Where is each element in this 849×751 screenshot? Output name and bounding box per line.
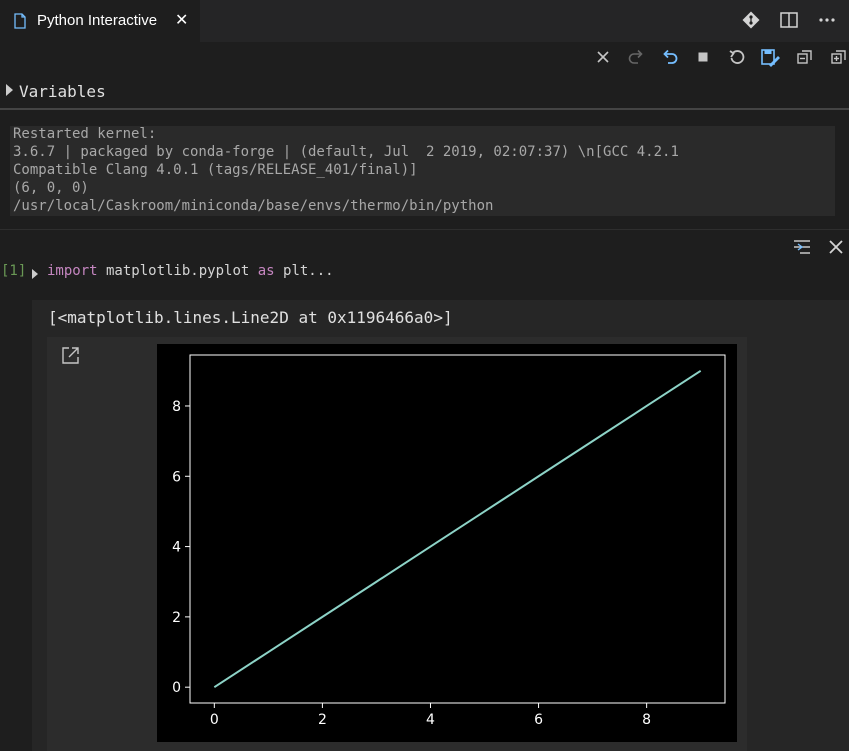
goto-code-icon[interactable] <box>792 237 812 257</box>
export-icon[interactable] <box>759 46 781 68</box>
cell-code[interactable]: import matplotlib.pyplot as plt... <box>47 263 334 279</box>
kernel-info-line: 3.6.7 | packaged by conda-forge | (defau… <box>13 144 679 160</box>
variables-label: Variables <box>19 82 106 101</box>
file-icon <box>13 13 27 29</box>
kernel-info-line: Compatible Clang 4.0.1 (tags/RELEASE_401… <box>13 162 418 178</box>
kernel-info-output: Restarted kernel: 3.6.7 | packaged by co… <box>10 126 835 216</box>
split-editor-icon[interactable] <box>777 10 801 32</box>
expand-all-icon[interactable] <box>828 46 849 68</box>
git-compare-icon[interactable] <box>739 10 763 32</box>
y-tick-label: 2 <box>172 610 181 626</box>
code-keyword: as <box>257 263 275 279</box>
chevron-right-icon[interactable] <box>6 84 13 96</box>
execution-count: [1] <box>1 263 27 279</box>
tab-title: Python Interactive <box>37 12 158 29</box>
close-icon[interactable]: ✕ <box>175 10 188 30</box>
y-tick-label: 4 <box>172 540 181 556</box>
interactive-toolbar <box>0 42 849 72</box>
open-in-plot-viewer-icon[interactable] <box>61 345 81 365</box>
expand-code-icon[interactable] <box>32 269 38 279</box>
interrupt-icon[interactable] <box>692 46 714 68</box>
tab-bar: Python Interactive ✕ <box>0 0 849 42</box>
x-tick-label: 4 <box>426 712 435 728</box>
code-text: matplotlib.pyplot <box>97 263 258 279</box>
clear-all-icon[interactable] <box>592 46 614 68</box>
output-text: [<matplotlib.lines.Line2D at 0x1196466a0… <box>48 308 453 327</box>
more-actions-icon[interactable] <box>815 10 839 32</box>
x-tick-label: 0 <box>210 712 219 728</box>
cell-divider <box>0 229 849 230</box>
variables-section[interactable]: Variables <box>0 78 849 106</box>
kernel-info-line: Restarted kernel: <box>13 126 157 142</box>
kernel-info-line: /usr/local/Caskroom/miniconda/base/envs/… <box>13 198 494 214</box>
redo-icon[interactable] <box>625 46 647 68</box>
x-tick-label: 2 <box>318 712 327 728</box>
x-tick-label: 6 <box>534 712 543 728</box>
divider <box>0 108 849 110</box>
kernel-info-line: (6, 0, 0) <box>13 180 89 196</box>
y-tick-label: 0 <box>172 680 181 696</box>
tab-python-interactive[interactable]: Python Interactive ✕ <box>0 0 200 42</box>
restart-icon[interactable] <box>726 46 748 68</box>
y-tick-label: 6 <box>172 469 181 485</box>
delete-cell-icon[interactable] <box>826 237 846 257</box>
collapse-all-icon[interactable] <box>794 46 816 68</box>
undo-icon[interactable] <box>659 46 681 68</box>
x-tick-label: 8 <box>642 712 651 728</box>
matplotlib-figure: 0 2 4 6 8 0 2 4 6 8 <box>157 344 737 742</box>
code-text: plt... <box>274 263 334 279</box>
line-chart: 0 2 4 6 8 0 2 4 6 8 <box>172 354 726 728</box>
code-keyword: import <box>47 263 98 279</box>
y-tick-label: 8 <box>172 399 181 415</box>
